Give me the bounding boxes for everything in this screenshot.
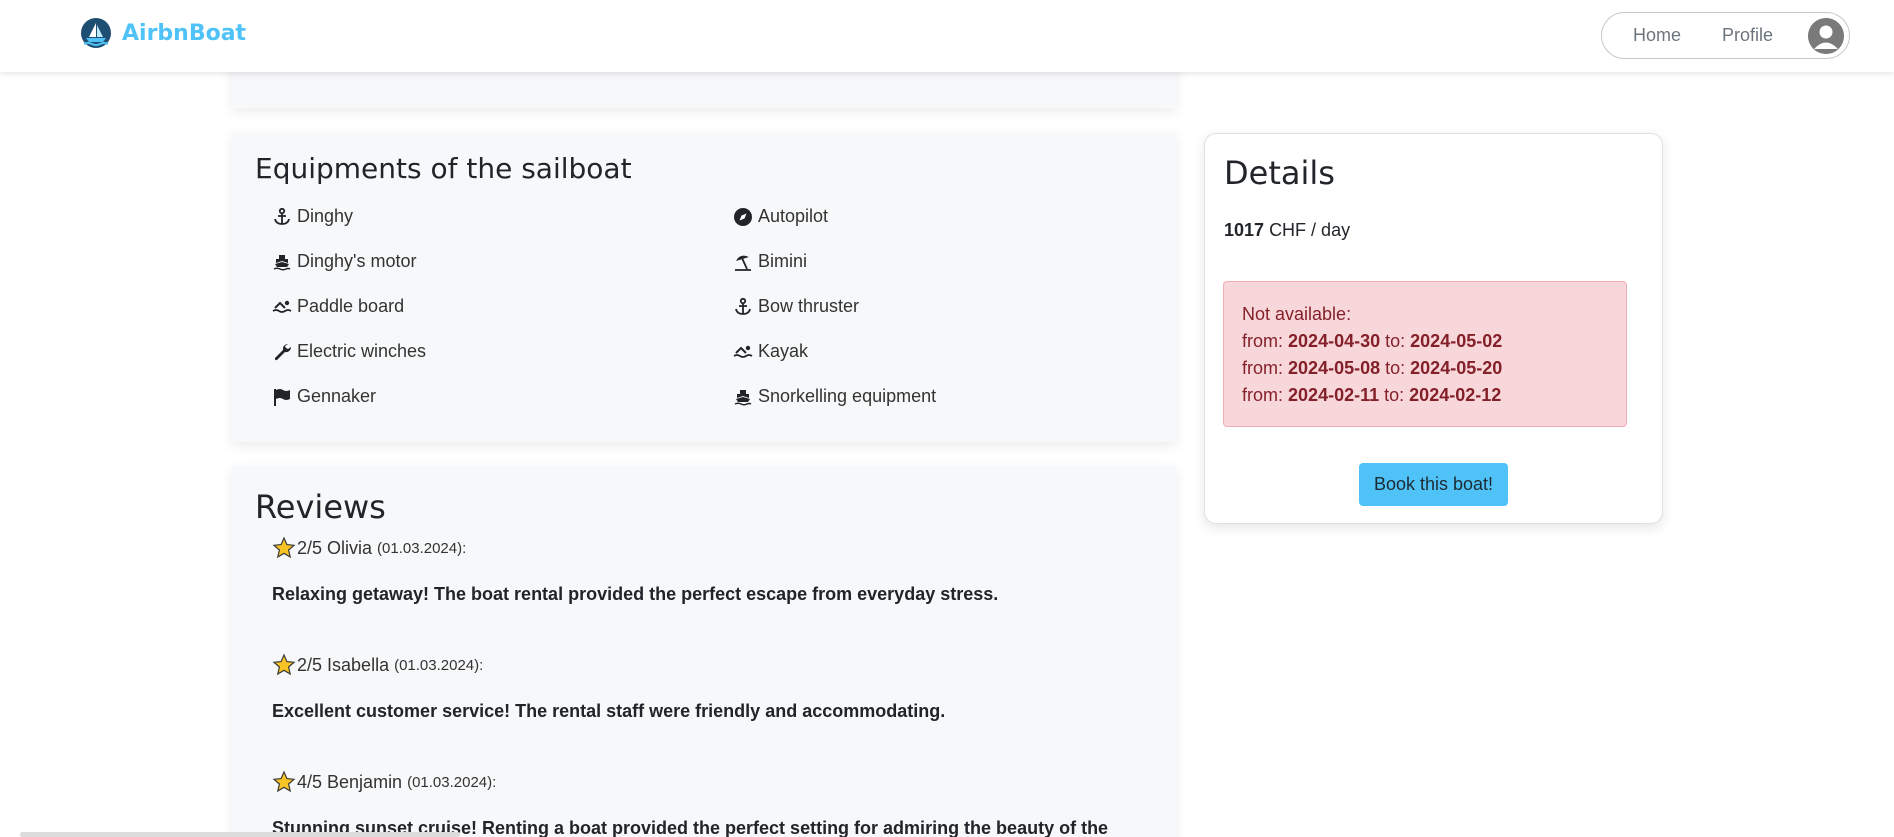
equipment-label: Bow thruster [758,296,860,316]
ship-icon [734,389,752,405]
equipment-item: Dinghy's motor [272,251,416,272]
equipment-item: Snorkelling equipment [733,386,936,407]
review-author: Olivia [327,537,373,558]
review-date: (01.03.2024): [407,773,497,791]
review-rating: 4/5 [297,771,323,792]
equipment-item: Autopilot [733,206,828,227]
review-header: 4/5 Benjamin (01.03.2024): [272,770,496,794]
from-label: from: [1242,385,1284,405]
equipment-label: Autopilot [758,206,829,226]
book-boat-button[interactable]: Book this boat! [1359,463,1508,506]
flag-icon [274,388,290,406]
reviews-card: Reviews 2/5 Olivia (01.03.2024): Relaxin… [232,466,1176,837]
equipments-title: Equipments of the sailboat [255,152,632,185]
equipment-item: Bimini [733,251,807,272]
equipment-label: Dinghy [297,206,354,226]
reviews-title: Reviews [255,488,386,526]
equipment-label: Kayak [758,341,809,361]
wrench-icon [274,343,292,360]
equipment-label: Electric winches [297,341,427,361]
compass-icon [734,207,752,226]
unavailable-range: from: 2024-02-11 to: 2024-02-12 [1242,382,1608,409]
to-label: to: [1385,331,1406,351]
range-from: 2024-02-11 [1288,385,1380,405]
price-unit: CHF / day [1269,220,1351,240]
equipment-item: Dinghy [272,206,353,227]
review-header: 2/5 Isabella (01.03.2024): [272,653,483,677]
from-label: from: [1242,331,1284,351]
user-avatar-icon[interactable] [1808,18,1844,54]
range-from: 2024-04-30 [1288,331,1381,351]
navbar: AirbnBoat Home Profile [0,0,1894,72]
price-value: 1017 [1224,220,1265,240]
review-date: (01.03.2024): [394,656,484,674]
equipment-label: Dinghy's motor [297,251,417,271]
range-to: 2024-05-02 [1410,331,1503,351]
anchor-icon [274,207,290,225]
equipment-item: Electric winches [272,341,426,362]
star-icon [272,653,296,676]
swimmer-icon [733,345,753,358]
equipment-label: Snorkelling equipment [758,386,937,406]
review-rating: 2/5 [297,654,323,675]
from-label: from: [1242,358,1284,378]
review-date: (01.03.2024): [377,539,467,557]
to-label: to: [1385,358,1406,378]
equipments-card: Equipments of the sailboat Dinghy Dinghy… [232,132,1176,442]
review-header: 2/5 Olivia (01.03.2024): [272,536,466,560]
horizontal-scrollbar[interactable] [20,832,460,837]
review-author: Benjamin [327,771,403,792]
equipment-item: Kayak [733,341,808,362]
star-icon [272,536,296,559]
to-label: to: [1384,385,1405,405]
unavailable-range: from: 2024-05-08 to: 2024-05-20 [1242,355,1608,382]
details-card: Details 1017 CHF / day Not available: fr… [1204,133,1663,524]
brand[interactable]: AirbnBoat [80,17,246,49]
range-to: 2024-02-12 [1409,385,1502,405]
equipment-item: Gennaker [272,386,376,407]
equipment-item: Paddle board [272,296,404,317]
equipment-label: Bimini [758,251,808,271]
brand-name: AirbnBoat [122,20,247,46]
equipment-item: Bow thruster [733,296,859,317]
nav-home-link[interactable]: Home [1633,25,1681,46]
ship-icon [273,254,291,270]
availability-alert: Not available: from: 2024-04-30 to: 2024… [1223,281,1627,427]
price: 1017 CHF / day [1224,220,1350,241]
range-to: 2024-05-20 [1410,358,1503,378]
review-rating: 2/5 [297,537,323,558]
star-icon [272,770,296,793]
review-author: Isabella [327,654,390,675]
nav-menu: Home Profile [1601,12,1850,59]
nav-profile-link[interactable]: Profile [1722,25,1773,46]
review-text: Relaxing getaway! The boat rental provid… [272,584,999,604]
unavailable-range: from: 2024-04-30 to: 2024-05-02 [1242,328,1608,355]
not-available-label: Not available: [1242,304,1352,324]
range-from: 2024-05-08 [1288,358,1381,378]
equipment-label: Gennaker [297,386,377,406]
review-text: Excellent customer service! The rental s… [272,701,946,721]
details-title: Details [1224,154,1335,192]
boat-logo-icon [81,18,111,48]
swimmer-icon [272,300,292,313]
anchor-icon [735,297,751,315]
umbrella-beach-icon [735,255,751,271]
equipment-label: Paddle board [297,296,405,316]
